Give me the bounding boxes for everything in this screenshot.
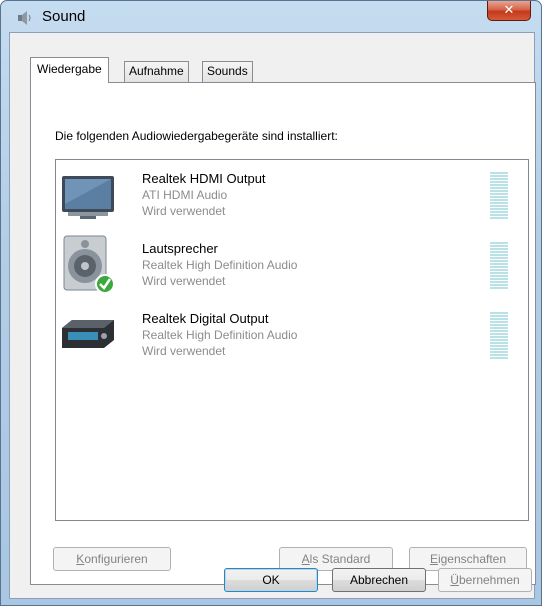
device-list[interactable]: Realtek HDMI Output ATI HDMI Audio Wird …	[55, 159, 529, 521]
device-driver: ATI HDMI Audio	[142, 188, 228, 202]
dialog-client-area: Wiedergabe Aufnahme Sounds Die folgenden…	[9, 32, 536, 599]
speaker-icon	[18, 11, 31, 25]
close-icon: ✕	[503, 3, 515, 18]
device-status: Wird verwendet	[142, 204, 226, 218]
button-label: onfigurieren	[84, 552, 148, 566]
level-meter	[490, 312, 508, 360]
tab-sounds[interactable]: Sounds	[202, 61, 253, 82]
device-name: Realtek Digital Output	[142, 311, 269, 326]
configure-button[interactable]: Konfigurieren	[53, 547, 171, 571]
window-title: Sound	[42, 8, 86, 25]
apply-button[interactable]: Übernehmen	[438, 568, 532, 592]
device-driver: Realtek High Definition Audio	[142, 328, 298, 342]
tab-aufnahme[interactable]: Aufnahme	[124, 61, 189, 82]
device-name: Realtek HDMI Output	[142, 171, 266, 186]
cancel-button[interactable]: Abbrechen	[332, 568, 426, 592]
sound-dialog-window: Sound ✕ Wiedergabe Aufnahme Sounds Die f…	[0, 0, 542, 606]
list-item-digital-output[interactable]: Realtek Digital Output Realtek High Defi…	[56, 302, 528, 372]
digital-receiver-icon	[62, 320, 114, 348]
list-item-hdmi[interactable]: Realtek HDMI Output ATI HDMI Audio Wird …	[56, 162, 528, 232]
monitor-icon	[62, 176, 114, 219]
device-status: Wird verwendet	[142, 344, 226, 358]
device-driver: Realtek High Definition Audio	[142, 258, 298, 272]
ok-button[interactable]: OK	[224, 568, 318, 592]
button-label: igenschaften	[437, 552, 507, 566]
accel-key: A	[301, 552, 310, 566]
button-label: bernehmen	[458, 573, 520, 587]
title-bar[interactable]: Sound ✕	[1, 1, 541, 31]
tab-wiedergabe[interactable]: Wiedergabe	[30, 57, 109, 83]
level-meter	[490, 242, 508, 290]
list-item-lautsprecher[interactable]: Lautsprecher Realtek High Definition Aud…	[56, 232, 528, 302]
close-button[interactable]: ✕	[487, 1, 531, 21]
playback-tab-panel: Die folgenden Audiowiedergabegeräte sind…	[30, 82, 536, 585]
speaker-icon	[63, 235, 115, 294]
accel-key: E	[429, 552, 438, 566]
device-status: Wird verwendet	[142, 274, 226, 288]
accel-key: Ü	[450, 573, 459, 587]
device-name: Lautsprecher	[142, 241, 218, 256]
level-meter	[490, 172, 508, 220]
intro-text: Die folgenden Audiowiedergabegeräte sind…	[55, 129, 338, 143]
button-label: ls Standard	[309, 552, 371, 566]
